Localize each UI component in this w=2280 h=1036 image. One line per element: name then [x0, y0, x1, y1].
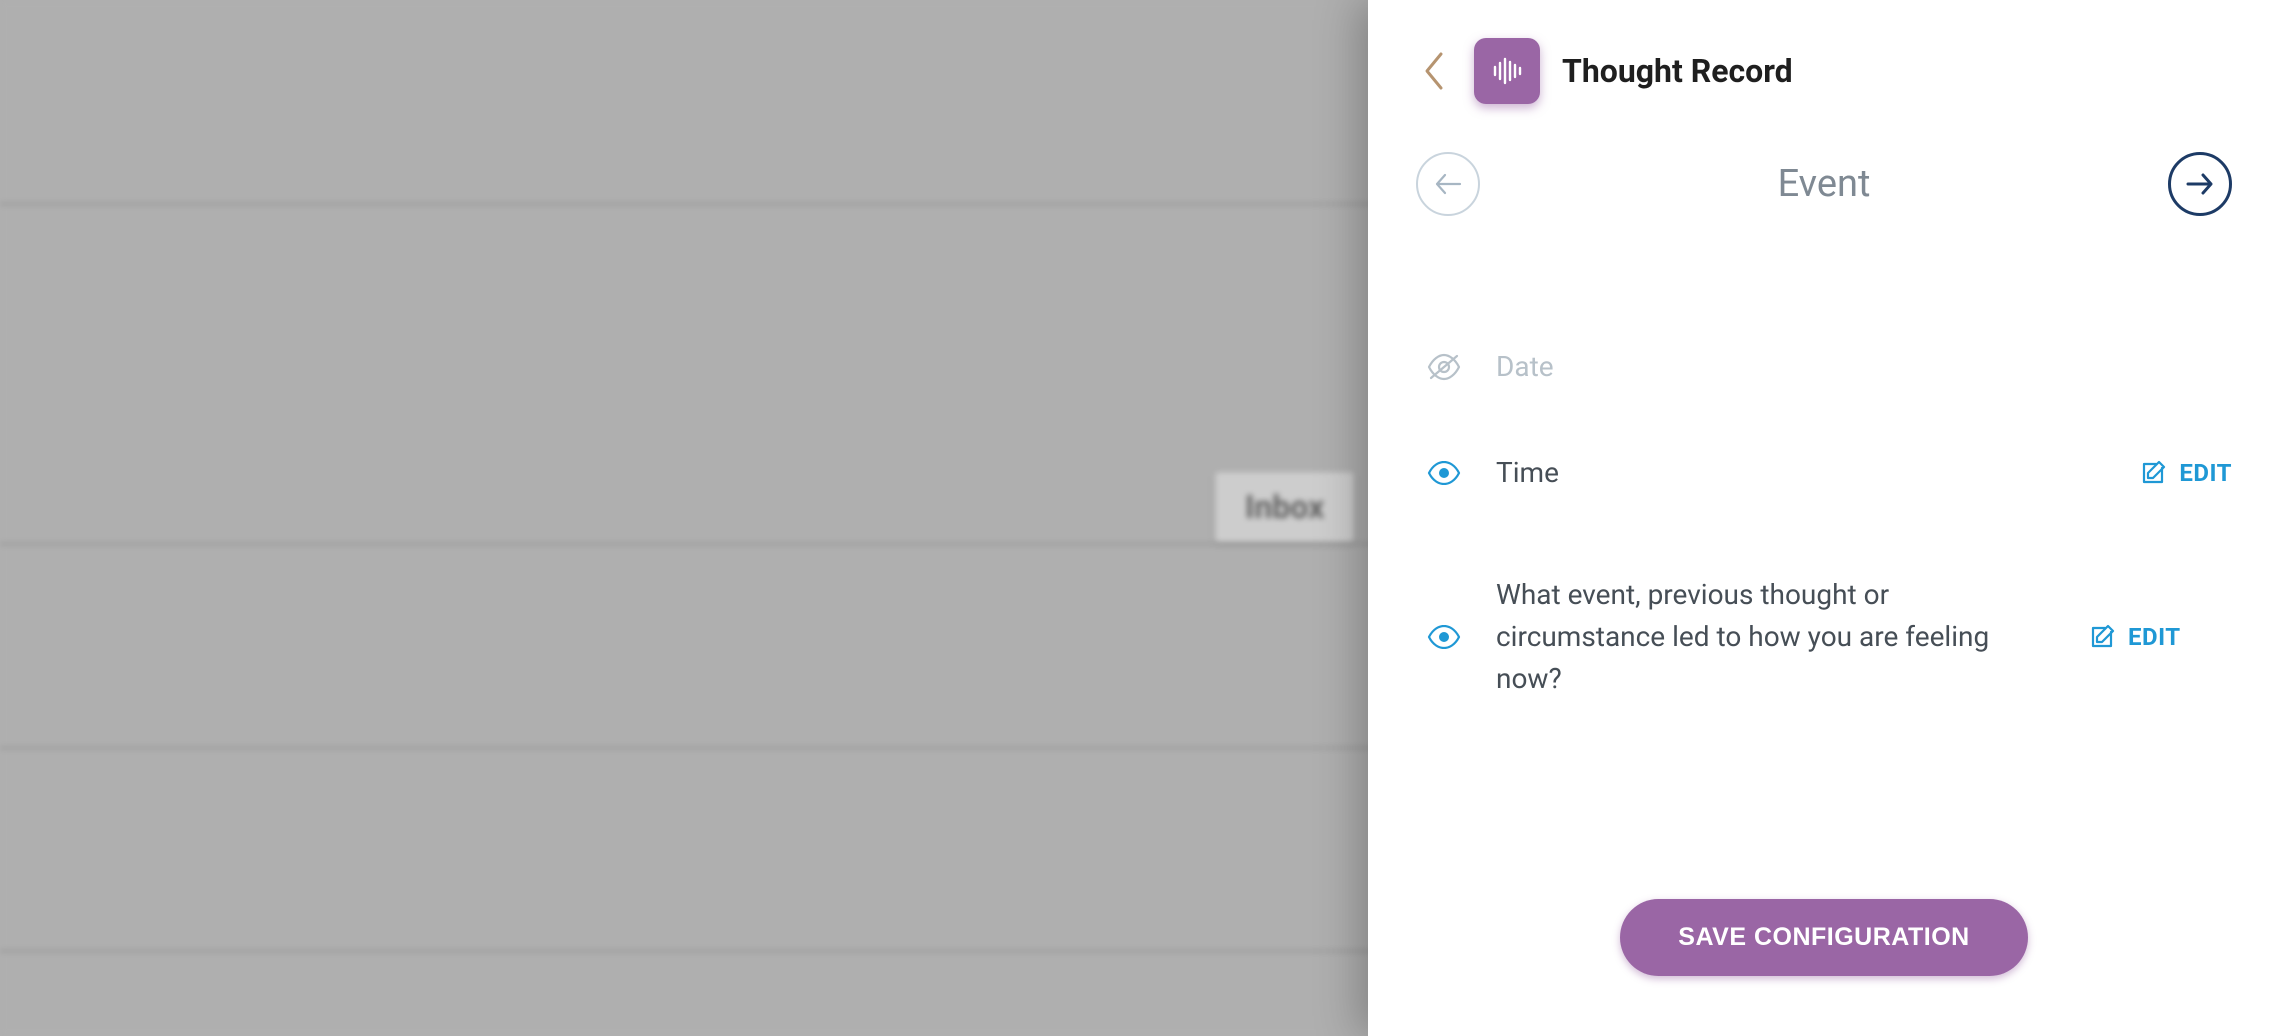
field-label: Time [1496, 452, 2107, 494]
visibility-on-icon[interactable] [1424, 461, 1464, 485]
save-configuration-button[interactable]: SAVE CONFIGURATION [1620, 899, 2027, 976]
eye-icon [1427, 625, 1461, 649]
fields-list: Date Time EDIT [1368, 216, 2280, 839]
edit-icon [2088, 623, 2116, 651]
edit-icon [2139, 459, 2167, 487]
prev-step-button[interactable] [1416, 152, 1480, 216]
thought-record-icon [1474, 38, 1540, 104]
field-row-date: Date [1424, 326, 2232, 408]
field-row-event-question: What event, previous thought or circumst… [1424, 554, 2232, 720]
eye-off-icon [1427, 353, 1461, 381]
back-button[interactable] [1416, 47, 1452, 95]
edit-label: EDIT [2128, 623, 2181, 651]
edit-button[interactable]: EDIT [2088, 623, 2181, 651]
drawer-header: Thought Record [1368, 0, 2280, 124]
drawer-title: Thought Record [1562, 52, 1793, 90]
arrow-left-icon [1433, 171, 1463, 197]
waveform-icon [1487, 51, 1527, 91]
edit-label: EDIT [2179, 459, 2232, 487]
config-drawer: Thought Record Event Date [1368, 0, 2280, 1036]
visibility-off-icon[interactable] [1424, 353, 1464, 381]
visibility-on-icon[interactable] [1424, 625, 1464, 649]
save-wrap: SAVE CONFIGURATION [1368, 839, 2280, 1036]
field-label: Date [1496, 346, 2232, 388]
step-title: Event [1778, 162, 1871, 206]
eye-icon [1427, 461, 1461, 485]
chevron-left-icon [1421, 50, 1447, 92]
field-row-time: Time EDIT [1424, 432, 2232, 514]
next-step-button[interactable] [2168, 152, 2232, 216]
edit-button[interactable]: EDIT [2139, 459, 2232, 487]
field-label: What event, previous thought or circumst… [1496, 574, 2056, 700]
stepper-nav: Event [1368, 124, 2280, 216]
arrow-right-icon [2185, 171, 2215, 197]
